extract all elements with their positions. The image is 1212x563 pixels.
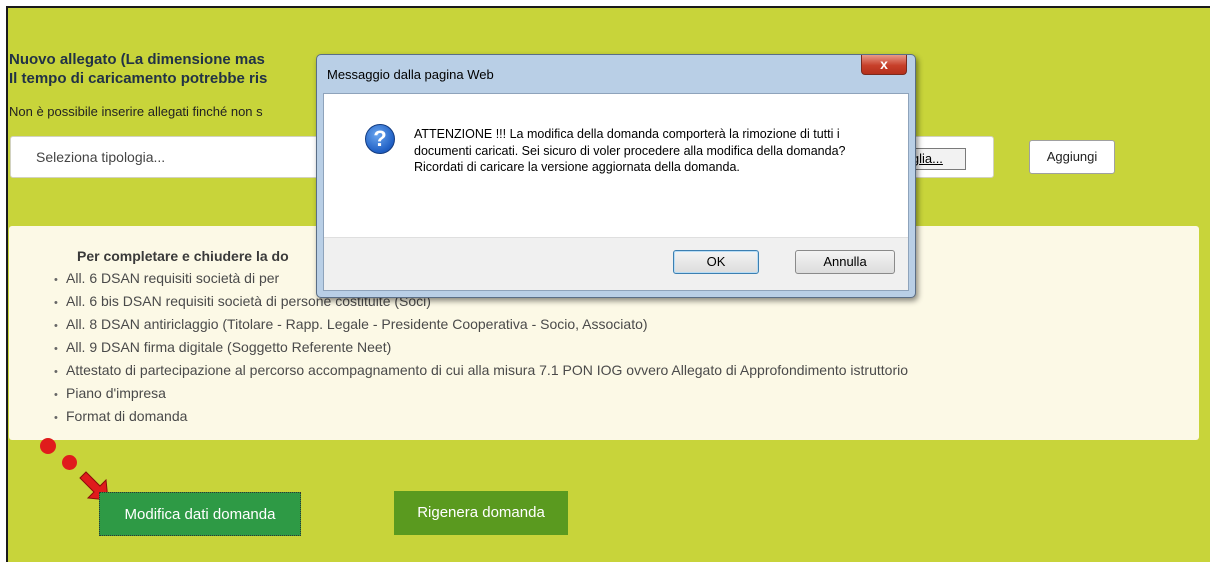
close-icon[interactable]: x (861, 55, 907, 75)
annotation-dot-1 (40, 438, 56, 454)
cancel-button[interactable]: Annulla (795, 250, 895, 274)
confirm-dialog: Messaggio dalla pagina Web x ? ATTENZION… (316, 54, 916, 298)
dialog-title: Messaggio dalla pagina Web (327, 67, 494, 82)
upload-title-line2: Il tempo di caricamento potrebbe ris (9, 70, 268, 87)
upload-title-line1: Nuovo allegato (La dimensione mas (9, 51, 265, 68)
list-item: Format di domanda (54, 405, 908, 428)
list-item: Piano d'impresa (54, 382, 908, 405)
ok-button[interactable]: OK (673, 250, 759, 274)
list-item: All. 9 DSAN firma digitale (Soggetto Ref… (54, 336, 908, 359)
annotation-dot-2 (62, 455, 77, 470)
upload-title: Nuovo allegato (La dimensione mas Il tem… (9, 50, 267, 88)
add-attachment-button[interactable]: Aggiungi (1029, 140, 1115, 174)
docs-heading: Per completare e chiudere la do (77, 248, 289, 264)
upload-note: Non è possibile inserire allegati finché… (9, 104, 263, 119)
rigenera-domanda-button[interactable]: Rigenera domanda (394, 491, 568, 535)
page-frame: Nuovo allegato (La dimensione mas Il tem… (6, 6, 1210, 562)
list-item: All. 8 DSAN antiriclaggio (Titolare - Ra… (54, 313, 908, 336)
dialog-message: ATTENZIONE !!! La modifica della domanda… (414, 127, 846, 174)
list-item: Attestato di partecipazione al percorso … (54, 359, 908, 382)
modifica-dati-domanda-button[interactable]: Modifica dati domanda (99, 492, 301, 536)
tipologia-select-value: Seleziona tipologia... (36, 149, 166, 165)
question-icon: ? (365, 124, 395, 154)
